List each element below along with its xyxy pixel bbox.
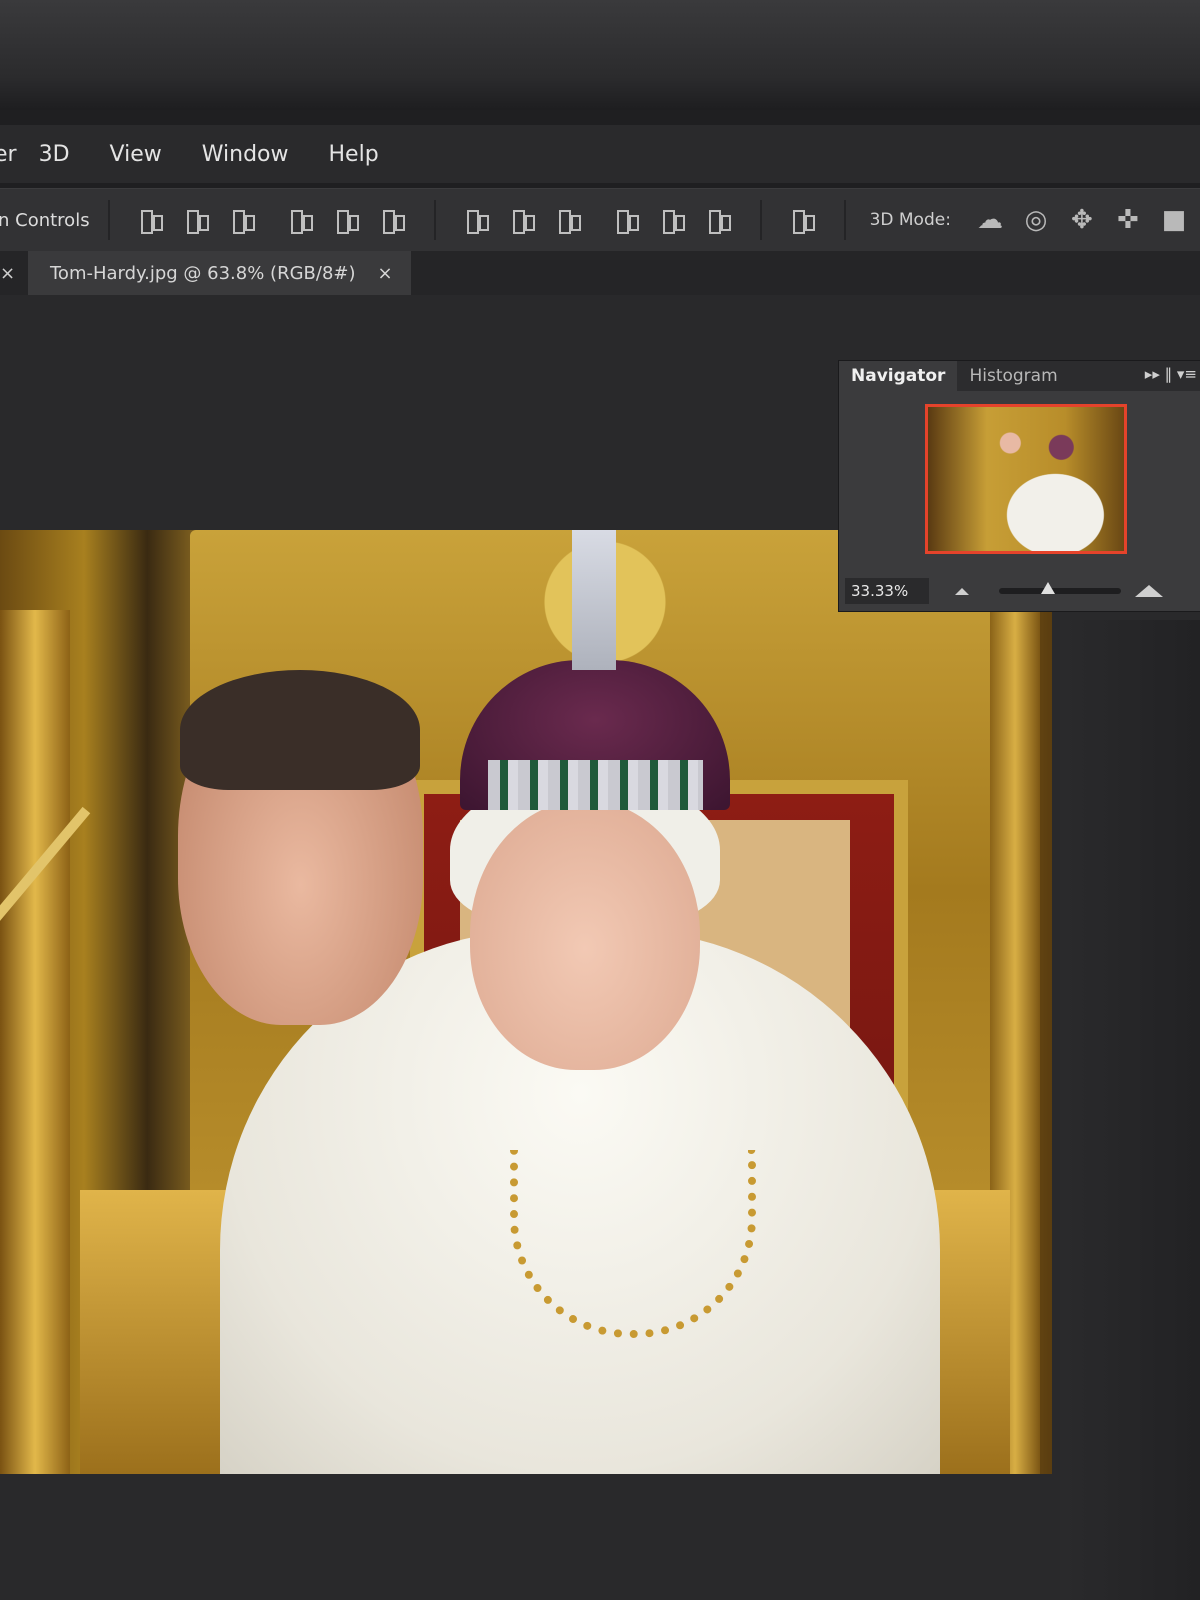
close-icon[interactable]: × (0, 263, 15, 284)
tab-document[interactable]: Tom-Hardy.jpg @ 63.8% (RGB/8#) × (28, 251, 411, 295)
navigator-footer: 33.33% (839, 571, 1200, 611)
panel-menu-icon[interactable]: ▸▸ ‖ ▾≡ (1145, 365, 1197, 383)
crown-cross (572, 530, 616, 670)
tab-histogram[interactable]: Histogram (957, 361, 1069, 391)
distribute-left-icon[interactable] (614, 206, 640, 234)
align-left-icon[interactable] (288, 206, 314, 234)
pan-icon[interactable]: ✥ (1065, 203, 1099, 237)
navigator-thumbnail[interactable] (925, 404, 1127, 554)
menu-window[interactable]: Window (202, 142, 289, 167)
options-divider (759, 200, 762, 240)
throne-post (0, 610, 70, 1474)
document-tab-bar: × Tom-Hardy.jpg @ 63.8% (RGB/8#) × (0, 251, 1200, 295)
align-top-icon[interactable] (138, 206, 164, 234)
roll-icon[interactable]: ◎ (1019, 203, 1053, 237)
options-divider (107, 200, 110, 240)
throne-armrest (80, 1190, 230, 1474)
face (470, 800, 700, 1070)
options-bar: n Controls 3D Mode: ☁ ◎ ✥ ✜ ■ (0, 188, 1200, 252)
navigator-panel: Navigator Histogram ▸▸ ‖ ▾≡ 33.33% (838, 360, 1200, 612)
align-bottom-icon[interactable] (230, 206, 256, 234)
options-divider (433, 200, 436, 240)
zoom-out-icon[interactable] (955, 587, 969, 595)
document-image[interactable] (0, 530, 1052, 1474)
orbit-icon[interactable]: ☁ (973, 203, 1007, 237)
hair (180, 670, 420, 790)
distribute-right-icon[interactable] (706, 206, 732, 234)
menu-layer[interactable]: er (0, 142, 17, 167)
menu-3d[interactable]: 3D (39, 142, 70, 167)
transform-controls-label[interactable]: n Controls (0, 210, 90, 231)
menu-bar: er 3D View Window Help (0, 125, 1200, 183)
distribute-horizontal-center-icon[interactable] (660, 206, 686, 234)
monitor-bezel (0, 0, 1200, 110)
panel-tabs: Navigator Histogram ▸▸ ‖ ▾≡ (839, 361, 1200, 391)
align-vertical-center-icon[interactable] (184, 206, 210, 234)
align-right-icon[interactable] (380, 206, 406, 234)
canvas-margin (1060, 620, 1200, 1600)
crown-band (488, 760, 703, 810)
close-icon[interactable]: × (378, 263, 393, 284)
menu-help[interactable]: Help (329, 142, 379, 167)
tab-navigator[interactable]: Navigator (839, 361, 958, 391)
align-horizontal-center-icon[interactable] (334, 206, 360, 234)
camera-icon[interactable]: ■ (1157, 203, 1191, 237)
options-divider (843, 200, 846, 240)
document-title: Tom-Hardy.jpg @ 63.8% (RGB/8#) (50, 262, 356, 284)
menu-view[interactable]: View (110, 142, 162, 167)
distribute-bottom-icon[interactable] (556, 206, 582, 234)
slide-icon[interactable]: ✜ (1111, 203, 1145, 237)
slider-handle[interactable] (1040, 582, 1055, 594)
distribute-top-icon[interactable] (464, 206, 490, 234)
distribute-vertical-center-icon[interactable] (510, 206, 536, 234)
zoom-input[interactable]: 33.33% (845, 578, 929, 604)
auto-align-icon[interactable] (790, 206, 816, 234)
zoom-slider[interactable] (999, 582, 1121, 594)
zoom-in-icon[interactable] (1135, 585, 1163, 597)
3d-mode-label: 3D Mode: (869, 210, 951, 230)
